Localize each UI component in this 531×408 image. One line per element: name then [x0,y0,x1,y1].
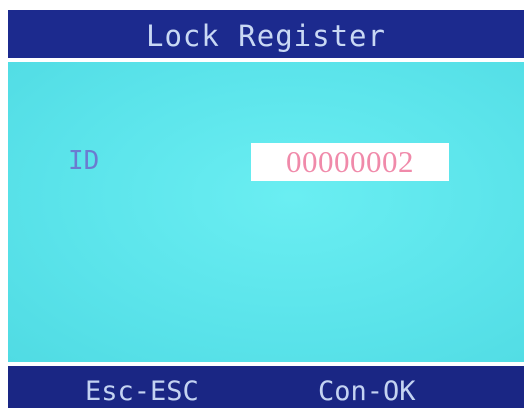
content-panel: ID 00000002 [8,62,524,362]
ok-button[interactable]: Con-OK [318,376,416,407]
title-bar: Lock Register [8,10,524,58]
id-field[interactable]: 00000002 [251,143,449,181]
esc-button[interactable]: Esc-ESC [85,376,199,407]
screen-title: Lock Register [146,19,386,53]
id-value: 00000002 [286,144,414,179]
id-label: ID [68,146,100,176]
lock-register-screen: Lock Register ID 00000002 Esc-ESC Con-OK [0,0,531,408]
footer-bar: Esc-ESC Con-OK [8,366,524,408]
